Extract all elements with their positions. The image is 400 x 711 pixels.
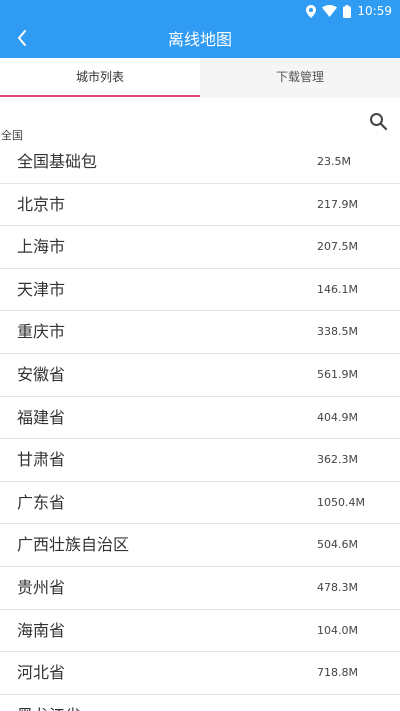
list-item[interactable]: 全国基础包 23.5M	[0, 141, 400, 184]
battery-icon	[343, 4, 352, 18]
item-size: 104.0M	[317, 623, 358, 637]
app-bar: 离线地图	[0, 22, 400, 58]
wifi-icon	[322, 5, 338, 17]
page-title: 离线地图	[167, 30, 232, 49]
item-size: 146.1M	[317, 282, 358, 296]
list-item[interactable]: 安徽省 561.9M	[0, 354, 400, 397]
item-name: 广东省	[17, 492, 66, 512]
tab-city-list[interactable]: 城市列表	[0, 58, 200, 98]
location-icon	[306, 4, 317, 18]
item-name: 上海市	[17, 237, 66, 257]
status-bar: 10:59	[0, 0, 400, 22]
item-size: 404.9M	[317, 410, 358, 424]
item-name: 甘肃省	[17, 450, 66, 470]
item-name: 天津市	[17, 279, 66, 299]
item-size: 1050.4M	[317, 495, 365, 509]
list-item[interactable]: 广西壮族自治区 504.6M	[0, 524, 400, 567]
item-size: 23.5M	[317, 155, 351, 168]
status-time: 10:59	[357, 4, 392, 18]
item-size: 338.5M	[317, 325, 358, 339]
item-size: 207.5M	[317, 240, 358, 254]
item-size: 561.9M	[317, 367, 358, 381]
item-name: 海南省	[17, 620, 66, 640]
list-item[interactable]: 天津市 146.1M	[0, 269, 400, 312]
tab-bar: 城市列表 下载管理	[0, 58, 400, 98]
item-name: 福建省	[17, 407, 66, 427]
list-item[interactable]: 贵州省 478.3M	[0, 567, 400, 610]
item-name: 河北省	[17, 663, 66, 683]
tab-download-manager[interactable]: 下载管理	[200, 58, 400, 98]
item-name: 北京市	[17, 194, 66, 214]
item-size: 217.9M	[317, 197, 358, 211]
item-size: 718.8M	[317, 666, 358, 680]
list-item[interactable]: 甘肃省 362.3M	[0, 439, 400, 482]
search-icon	[368, 113, 390, 137]
item-name: 全国基础包	[17, 152, 98, 171]
city-list: 全国基础包 23.5M 北京市 217.9M 上海市 207.5M 天津市 14…	[0, 141, 400, 711]
list-item[interactable]: 北京市 217.9M	[0, 184, 400, 227]
list-item[interactable]: 广东省 1050.4M	[0, 482, 400, 525]
list-item[interactable]: 福建省 404.9M	[0, 397, 400, 440]
list-item[interactable]: 重庆市 338.5M	[0, 311, 400, 354]
item-name: 安徽省	[17, 364, 66, 384]
search-button[interactable]	[368, 111, 390, 133]
item-name: 广西壮族自治区	[17, 535, 130, 555]
item-size: 504.6M	[317, 538, 358, 552]
item-name: 贵州省	[17, 577, 66, 597]
list-item[interactable]: 海南省 104.0M	[0, 610, 400, 653]
list-item[interactable]: 河北省 718.8M	[0, 652, 400, 695]
status-icons: 10:59	[306, 3, 392, 19]
item-name: 重庆市	[17, 322, 66, 342]
item-name: 黑龙江省	[17, 695, 81, 711]
back-button[interactable]	[8, 26, 36, 54]
chevron-left-icon	[16, 29, 28, 51]
list-item[interactable]: 黑龙江省	[0, 695, 400, 711]
item-size: 362.3M	[317, 453, 358, 467]
list-item[interactable]: 上海市 207.5M	[0, 226, 400, 269]
item-size: 478.3M	[317, 580, 358, 594]
